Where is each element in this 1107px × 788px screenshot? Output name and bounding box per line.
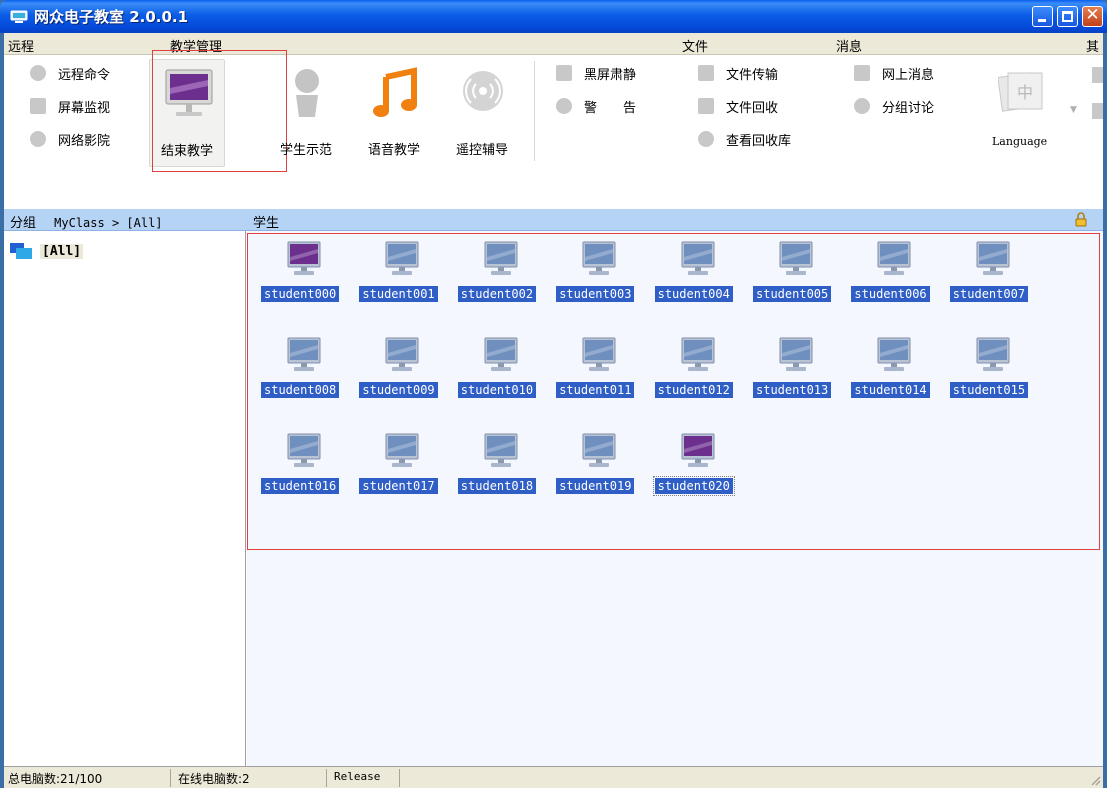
voice-teaching-button[interactable]: 语音教学 [356,59,432,167]
status-separator [170,769,171,787]
total-computers-status: 总电脑数:21/100 [8,772,103,786]
view-recall-library-label: 查看回收库 [726,133,792,149]
menu-other[interactable]: 其 [1086,36,1099,55]
online-message-label: 网上消息 [882,67,935,83]
magnifier-icon [698,131,714,147]
chevron-down-icon[interactable]: ▼ [1070,105,1077,115]
shield-icon [556,98,572,114]
language-flag-icon: 中 [998,72,1043,112]
app-window: 网众电子教室 2.0.0.1 ✕ 远程 教学管理 文件 消息 其 远程命令 ▼ [0,0,1107,788]
folder-icon [698,98,714,114]
breadcrumb: MyClass > [All] [54,216,163,230]
toolbar: 远程命令 ▼ 屏幕监视 网络影院 结束教学 [4,50,1103,231]
minimize-icon [1038,19,1046,22]
envelope-icon [854,65,870,81]
view-recall-library-button[interactable]: 查看回收库 [698,126,791,152]
signal-icon [463,71,503,111]
lock-icon[interactable] [1075,212,1087,227]
more-tool-icon[interactable] [1092,67,1103,83]
resize-grip-icon[interactable] [1089,774,1101,786]
file-recall-label: 文件回收 [726,100,779,116]
main-panel-header: 学生 [247,209,1103,231]
film-reel-icon [30,131,46,147]
warning-button[interactable]: 警 告 [556,93,636,119]
group-discussion-label: 分组讨论 [882,100,935,116]
status-bar: 总电脑数:21/100 在线电脑数:2 Release [4,766,1103,788]
monitor-icon [30,98,46,114]
more-tool-icon[interactable] [1092,103,1103,119]
command-icon [30,65,46,81]
maximize-button[interactable] [1057,6,1078,27]
file-transfer-button[interactable]: 文件传输 [698,60,778,86]
menu-remote[interactable]: 远程 [8,36,34,55]
language-glyph: 中 [1017,83,1033,102]
student-demo-label: 学生示范 [279,143,332,158]
file-transfer-label: 文件传输 [726,67,779,83]
remote-command-button[interactable]: 远程命令 [30,60,110,86]
warning-label: 警 告 [584,100,637,116]
student-grid: student000 student001 student002 student003… [247,231,1103,766]
students-label: 学生 [253,216,280,231]
voice-teaching-label: 语音教学 [367,143,420,158]
black-screen-label: 黑屏肃静 [584,67,637,83]
black-screen-button[interactable]: 黑屏肃静 [556,60,636,86]
maximize-icon [1062,11,1073,22]
app-icon [10,10,28,23]
online-computers-status: 在线电脑数:2 [178,772,250,786]
minimize-button[interactable] [1032,6,1053,27]
group-tree: [All] [4,231,246,766]
close-icon: ✕ [1085,5,1100,25]
language-label: Language [992,135,1048,148]
group-icon [10,243,32,259]
screen-icon [556,65,572,81]
network-cinema-label: 网络影院 [58,133,111,149]
screen-monitor-label: 屏幕监视 [58,100,111,116]
online-message-button[interactable]: 网上消息 [854,60,934,86]
file-recall-button[interactable]: 文件回收 [698,93,778,119]
music-note-icon [373,67,417,117]
tree-item-label: [All] [40,243,84,259]
close-button[interactable]: ✕ [1082,6,1103,27]
client-area: 远程 教学管理 文件 消息 其 远程命令 ▼ 屏幕监视 网络影院 [4,33,1103,788]
remote-assist-button[interactable]: 遥控辅导 [444,59,520,167]
network-cinema-button[interactable]: 网络影院 [30,126,110,152]
group-label: 分组 [10,216,37,231]
status-separator [326,769,327,787]
highlight-box-toolbar [152,50,287,172]
menu-message[interactable]: 消息 [836,36,862,55]
window-title: 网众电子教室 2.0.0.1 [34,8,189,26]
chat-bubble-icon [854,98,870,114]
folder-arrow-icon [698,65,714,81]
title-bar[interactable]: 网众电子教室 2.0.0.1 ✕ [0,0,1107,33]
build-status: Release [334,770,381,783]
group-discussion-button[interactable]: 分组讨论 [854,93,934,119]
student-demo-button[interactable]: 学生示范 [268,59,344,167]
status-separator [399,769,400,787]
tree-item-all[interactable]: [All] [10,243,84,259]
left-panel-header: 分组 MyClass > [All] [4,209,247,231]
remote-command-label: 远程命令 [58,67,111,83]
toolbar-separator [534,61,535,161]
remote-assist-label: 遥控辅导 [455,143,508,158]
screen-monitor-button[interactable]: 屏幕监视 [30,93,110,119]
person-icon [295,69,319,117]
highlight-box-students [247,233,1100,550]
menu-file[interactable]: 文件 [682,36,708,55]
language-button[interactable]: 中 Language [982,59,1072,167]
